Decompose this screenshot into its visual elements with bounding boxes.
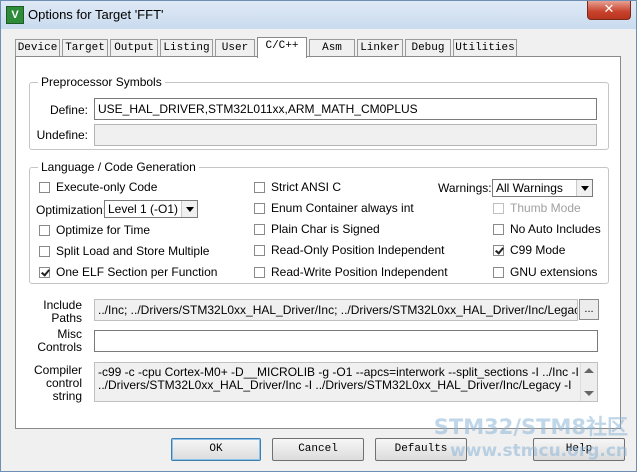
rw-position-independent-checkbox[interactable]: Read-Write Position Independent [254,264,448,280]
tab-user[interactable]: User [215,39,255,56]
tab-asm[interactable]: Asm [309,39,355,56]
warnings-label: Warnings: [438,181,492,195]
execute-only-checkbox[interactable]: Execute-only Code [39,179,157,195]
include-paths-input[interactable]: ../Inc; ../Drivers/STM32L0xx_HAL_Driver/… [94,299,578,321]
optimization-label: Optimization: [36,203,107,217]
one-elf-label: One ELF Section per Function [56,265,218,279]
optimization-select[interactable]: Level 1 (-O1) [104,200,198,218]
optimize-time-label: Optimize for Time [56,223,151,237]
title-bar[interactable]: V Options for Target 'FFT' ✕ [1,1,636,29]
thumb-mode-box[interactable] [493,202,504,214]
warnings-select[interactable]: All Warnings [492,179,593,197]
no-auto-includes-checkbox[interactable]: No Auto Includes [493,221,601,237]
thumb-mode-label: Thumb Mode [510,201,581,215]
chevron-down-icon[interactable] [181,201,197,217]
cpp-options-panel: Preprocessor Symbols Define: USE_HAL_DRI… [15,56,621,429]
gnu-extensions-label: GNU extensions [510,265,598,279]
options-dialog: V Options for Target 'FFT' ✕ Device Targ… [0,0,637,472]
gnu-extensions-box[interactable] [493,266,504,278]
compiler-control-string[interactable]: -c99 -c -cpu Cortex-M0+ -D__MICROLIB -g … [94,362,598,402]
ro-pi-box[interactable] [254,244,265,256]
warnings-value: All Warnings [496,181,563,195]
rw-pi-label: Read-Write Position Independent [271,265,448,279]
close-button[interactable]: ✕ [587,1,631,20]
scroll-down-icon[interactable] [584,391,594,396]
tab-output[interactable]: Output [110,39,158,56]
include-paths-label: Include Paths [43,298,82,325]
optimize-time-checkbox[interactable]: Optimize for Time [39,222,150,238]
ok-button[interactable]: OK [171,438,261,461]
compiler-string-scrollbar[interactable] [580,363,597,401]
strict-ansi-checkbox[interactable]: Strict ANSI C [254,179,341,195]
one-elf-checkbox[interactable]: One ELF Section per Function [39,264,217,280]
ro-pi-label: Read-Only Position Independent [271,243,445,257]
watermark-text: STM32/STM8社区 [433,415,628,439]
compiler-string-line-2: ../Drivers/STM32L0xx_HAL_Driver/Inc -I .… [98,378,572,392]
tab-debug[interactable]: Debug [405,39,451,56]
one-elf-box[interactable] [39,266,50,278]
split-load-label: Split Load and Store Multiple [56,244,210,258]
no-auto-includes-box[interactable] [493,223,504,235]
enum-container-label: Enum Container always int [271,201,414,215]
strict-ansi-box[interactable] [254,181,265,193]
optimize-time-box[interactable] [39,224,50,236]
keil-app-icon: V [6,6,24,24]
strict-ansi-label: Strict ANSI C [271,180,342,194]
tab-listing[interactable]: Listing [160,39,213,56]
split-load-checkbox[interactable]: Split Load and Store Multiple [39,243,209,259]
c99-mode-checkbox[interactable]: C99 Mode [493,242,565,258]
undefine-input[interactable] [94,124,597,146]
ro-position-independent-checkbox[interactable]: Read-Only Position Independent [254,242,444,258]
optimization-value: Level 1 (-O1) [108,202,179,216]
no-auto-includes-label: No Auto Includes [510,222,601,236]
compiler-control-label: Compiler control string [33,363,82,403]
undefine-label: Undefine: [36,128,88,142]
include-paths-browse-button[interactable]: ... [579,299,599,320]
thumb-mode-checkbox[interactable]: Thumb Mode [493,200,581,216]
window-title: Options for Target 'FFT' [28,7,164,22]
plain-char-label: Plain Char is Signed [271,222,380,236]
scroll-up-icon[interactable] [584,368,594,373]
chevron-down-icon[interactable] [576,180,592,196]
rw-pi-box[interactable] [254,266,265,278]
plain-char-checkbox[interactable]: Plain Char is Signed [254,221,380,237]
cancel-button[interactable]: Cancel [272,438,364,461]
tab-linker[interactable]: Linker [357,39,403,56]
plain-char-box[interactable] [254,223,265,235]
execute-only-box[interactable] [39,181,50,193]
execute-only-label: Execute-only Code [56,180,158,194]
enum-container-checkbox[interactable]: Enum Container always int [254,200,414,216]
c99-mode-box[interactable] [493,244,504,256]
tab-target[interactable]: Target [62,39,108,56]
preprocessor-group-label: Preprocessor Symbols [38,75,165,89]
define-input[interactable]: USE_HAL_DRIVER,STM32L011xx,ARM_MATH_CM0P… [94,98,597,120]
watermark-url: www.stmcu.org.cn [450,441,628,461]
tab-device[interactable]: Device [15,39,60,56]
tab-utilities[interactable]: Utilities [453,39,517,56]
define-label: Define: [49,103,88,117]
c99-mode-label: C99 Mode [510,243,566,257]
enum-container-box[interactable] [254,202,265,214]
language-group-label: Language / Code Generation [38,160,199,174]
tab-c-cpp[interactable]: C/C++ [257,37,307,58]
misc-controls-input[interactable] [94,330,598,352]
gnu-extensions-checkbox[interactable]: GNU extensions [493,264,597,280]
split-load-box[interactable] [39,245,50,257]
misc-controls-label: Misc Controls [37,327,82,354]
